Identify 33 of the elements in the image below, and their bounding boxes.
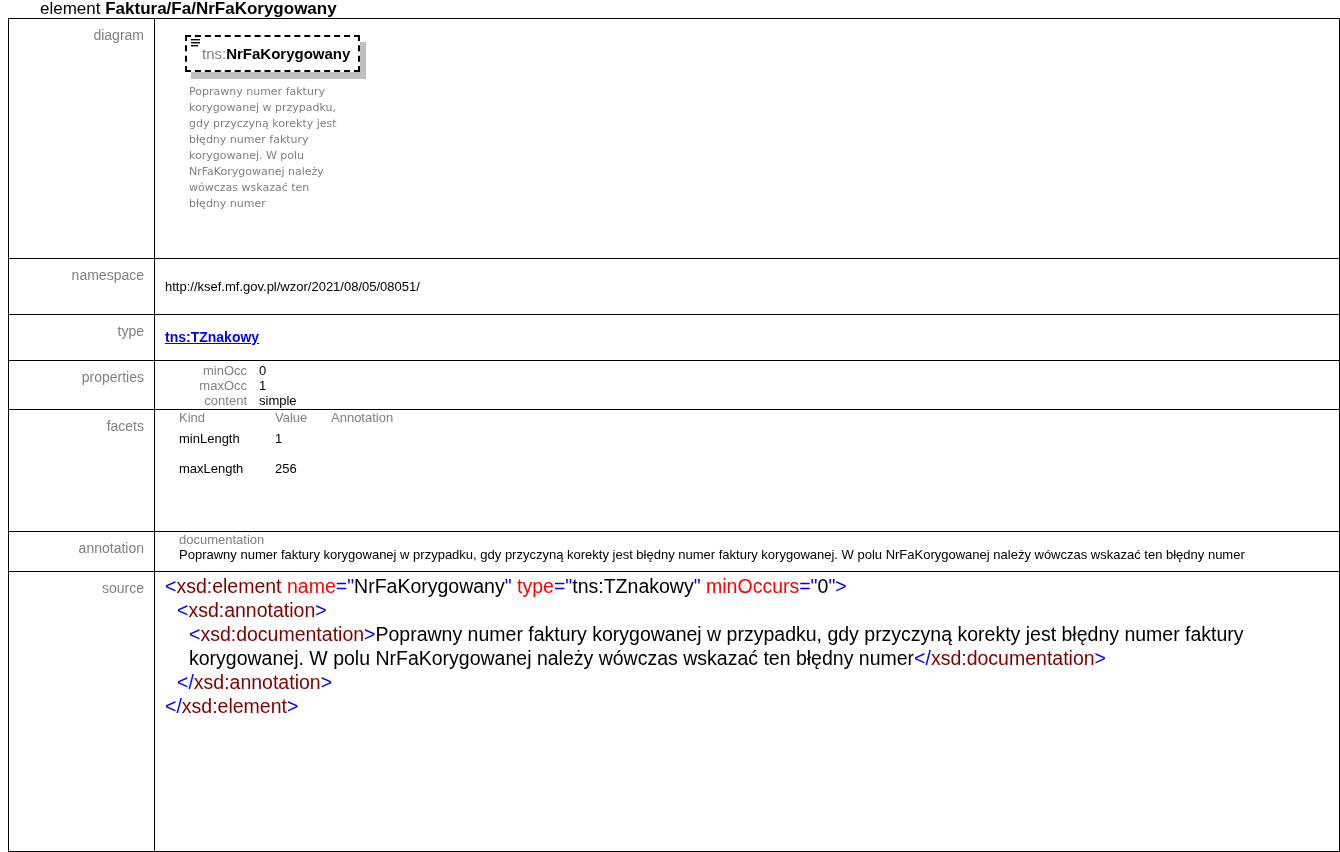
row-label: namespace: [71, 267, 144, 283]
facet-header: Value: [275, 410, 308, 425]
property-name: minOcc: [201, 363, 247, 378]
row-label: source: [101, 580, 144, 596]
page-heading: element Faktura/Fa/NrFaKorygowany: [39, 0, 338, 18]
row-label: properties: [81, 369, 144, 385]
row-label: annotation: [78, 540, 144, 556]
facet-value: 256: [275, 459, 297, 478]
source-code-line: </xsd:element>: [165, 694, 300, 718]
property-value: simple: [259, 393, 297, 408]
facet-kind: maxLength: [179, 459, 244, 478]
annotation-title: documentation: [179, 532, 266, 547]
source-code-line: <xsd:documentation>Poprawny numer faktury korygowanej w przypadku, gdy przyczyną korekty jest błędny numer faktury korygowanej. W polu NrFaKorygowanej należy wówczas wskazać ten błędny numer</xsd:documentation>: [188, 622, 1245, 670]
property-value: 1: [259, 378, 267, 393]
element-name: tns:NrFaKorygowany: [202, 44, 351, 64]
property-name: maxOcc: [198, 378, 247, 393]
row-label: type: [117, 323, 144, 339]
annotation-text: Poprawny numer faktury korygowanej w przypadku, gdy przyczyną korekty jest błędny numer faktury korygowanej. W polu NrFaKorygowanej należy wówczas wskazać ten błędny numer: [179, 547, 1246, 562]
facet-kind: minLength: [179, 430, 240, 448]
source-code-line: <xsd:element name="NrFaKorygowany" type="tns:TZnakowy" minOccurs="0">: [165, 574, 848, 598]
row-label: diagram: [93, 27, 144, 43]
facet-header: Kind: [179, 410, 206, 425]
element-description: Poprawny numer faktury korygowanej w przypadku, gdy przyczyną korekty jest błędny numer faktury korygowanej. W polu NrFaKorygowanej należy wówczas wskazać ten błędny numer: [189, 83, 338, 212]
type-link[interactable]: tns:TZnakowy: [165, 329, 260, 345]
list-icon: [191, 39, 200, 47]
facet-value: 1: [275, 430, 283, 448]
row-label: facets: [106, 418, 144, 434]
source-code-line: <xsd:annotation>: [176, 598, 328, 622]
namespace-value: http://ksef.mf.gov.pl/wzor/2021/08/05/08051/: [165, 278, 420, 294]
property-name: content: [203, 393, 247, 408]
facet-header: Annotation: [331, 410, 394, 425]
source-code-line: </xsd:annotation>: [176, 670, 334, 694]
property-value: 0: [259, 363, 267, 378]
